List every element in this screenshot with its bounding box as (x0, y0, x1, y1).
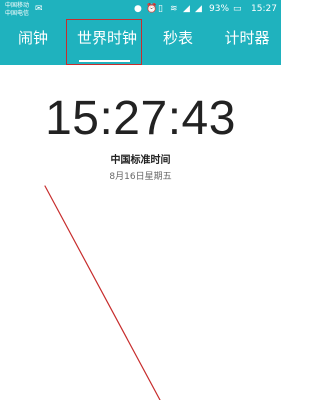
status-time: 15:27 (251, 4, 277, 14)
tab-bar: 闹钟 世界时钟 秒表 计时器 (0, 20, 281, 65)
alarm-icon: ⏰ (146, 4, 158, 14)
location-icon: ● (134, 4, 142, 14)
battery-icon: ▭ (233, 4, 242, 14)
clock-app-screen: 中国移动 中国电信 ✉ ● ⏰ ▯ ≋ ◢ ◢ 93% ▭ 15:27 闹钟 世… (0, 0, 281, 400)
active-tab-indicator (79, 60, 130, 62)
tab-timer[interactable]: 计时器 (219, 20, 275, 65)
current-date: 8月16日星期五 (109, 172, 172, 182)
status-bar: 中国移动 中国电信 ✉ ● ⏰ ▯ ≋ ◢ ◢ 93% ▭ 15:27 (0, 0, 281, 20)
battery-percent: 93% (209, 4, 230, 14)
signal-icon-1: ◢ (183, 4, 190, 14)
timezone-name: 中国标准时间 (110, 155, 171, 166)
header: 中国移动 中国电信 ✉ ● ⏰ ▯ ≋ ◢ ◢ 93% ▭ 15:27 闹钟 世… (0, 0, 281, 65)
tab-stopwatch[interactable]: 秒表 (156, 20, 200, 65)
wifi-icon: ≋ (170, 4, 178, 14)
carrier-label-2: 中国电信 (5, 10, 30, 17)
message-icon: ✉ (35, 4, 43, 14)
tab-world-clock[interactable]: 世界时钟 (75, 20, 139, 65)
carrier-label-1: 中国移动 (5, 2, 30, 9)
vibrate-icon: ▯ (158, 4, 163, 14)
signal-icon-2: ◢ (195, 4, 202, 14)
tab-alarm[interactable]: 闹钟 (11, 20, 55, 65)
world-clock-time: 15:27:43 (45, 92, 236, 145)
